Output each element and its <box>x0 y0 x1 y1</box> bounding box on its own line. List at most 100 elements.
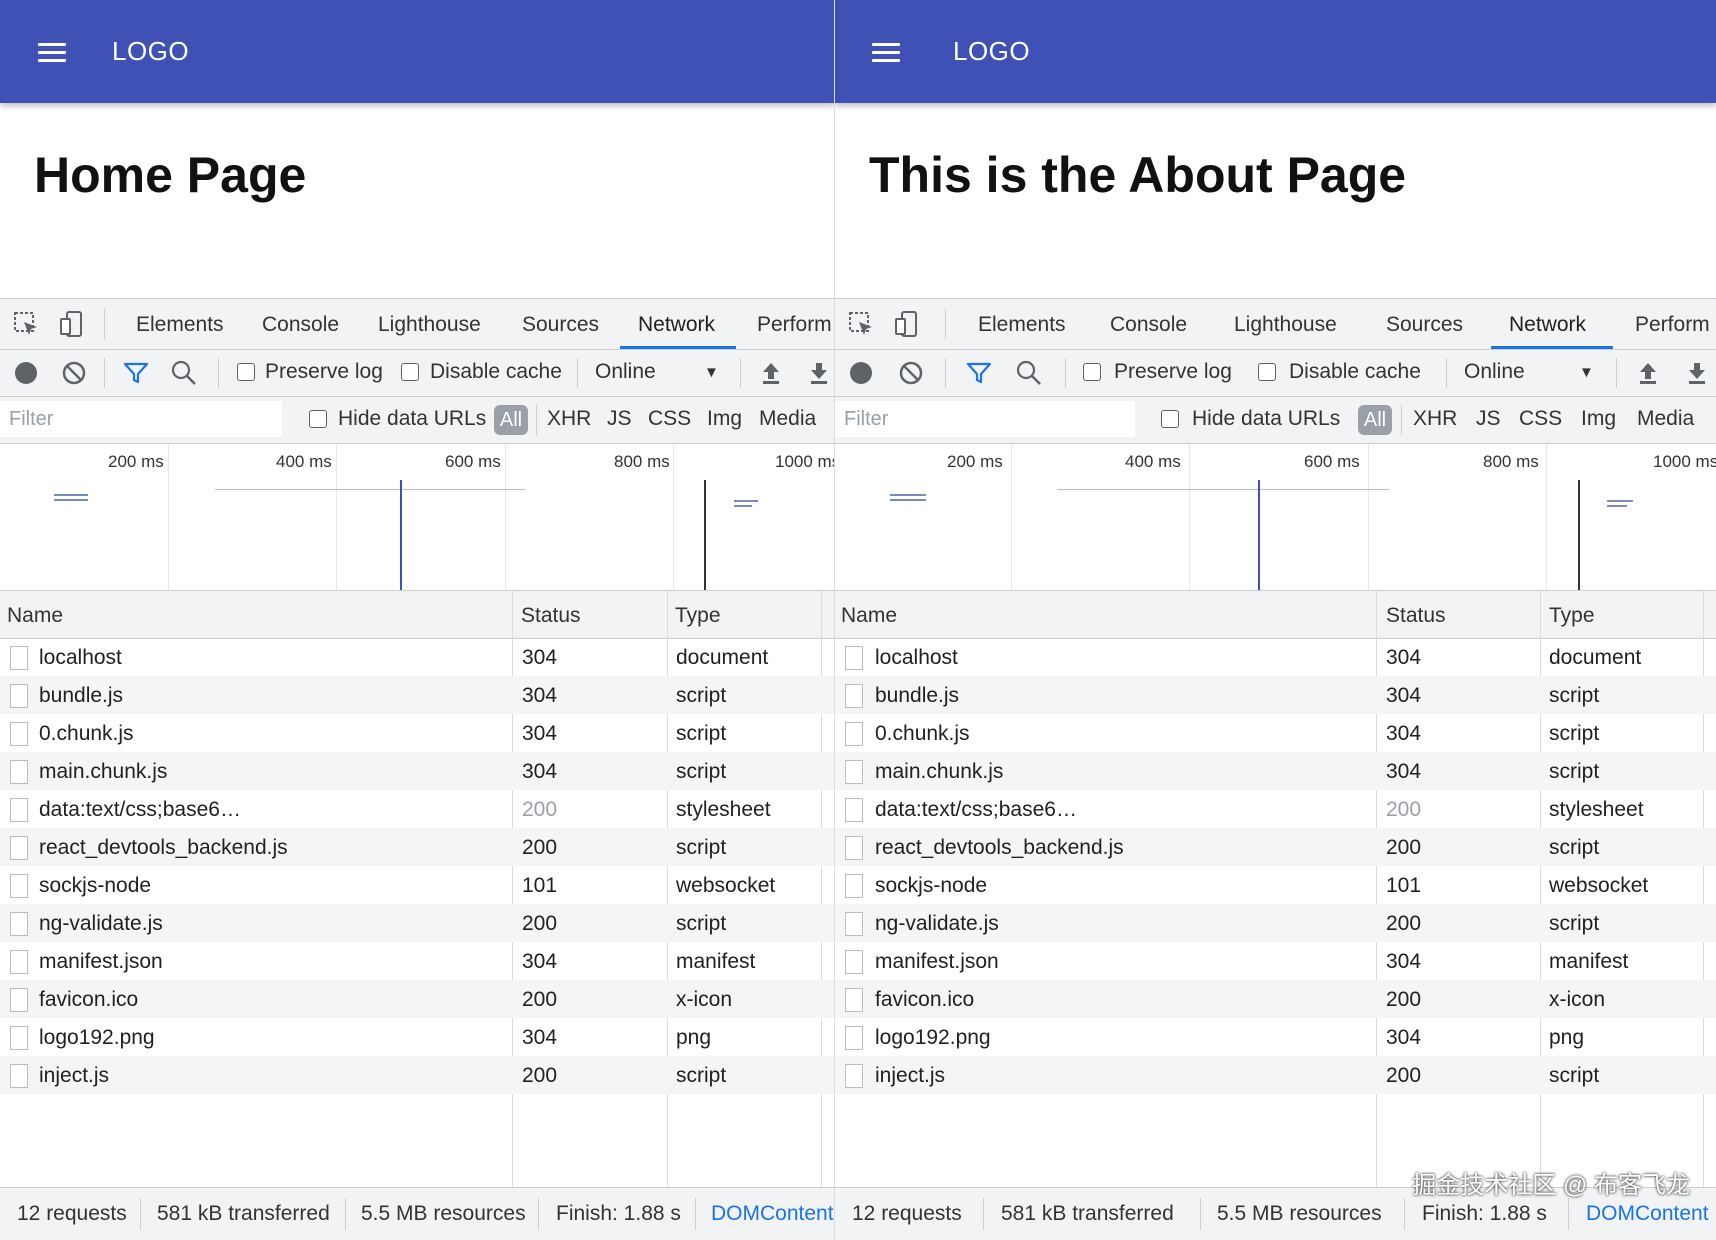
table-row[interactable]: favicon.ico 200 x-icon <box>0 980 835 1018</box>
tab-sources[interactable]: Sources <box>522 313 599 337</box>
table-row[interactable]: inject.js 200 script <box>835 1056 1716 1094</box>
tab-console[interactable]: Console <box>1110 313 1187 337</box>
throttling-select[interactable]: Online <box>595 360 656 384</box>
file-icon <box>10 684 28 708</box>
request-name: data:text/css;base6… <box>875 798 1077 821</box>
filter-all-button[interactable]: All <box>1358 405 1392 435</box>
tab-elements[interactable]: Elements <box>136 313 224 337</box>
table-row[interactable]: favicon.ico 200 x-icon <box>835 980 1716 1018</box>
dropdown-arrow-icon[interactable]: ▼ <box>704 364 719 381</box>
table-row[interactable]: inject.js 200 script <box>0 1056 835 1094</box>
export-har-icon[interactable] <box>805 359 833 387</box>
table-row[interactable]: manifest.json 304 manifest <box>835 942 1716 980</box>
disable-cache-checkbox[interactable] <box>1258 363 1276 381</box>
hamburger-menu-icon[interactable] <box>38 43 66 63</box>
filter-input[interactable] <box>0 401 282 437</box>
export-har-icon[interactable] <box>1683 359 1711 387</box>
column-header-status[interactable]: Status <box>1386 604 1446 628</box>
app-logo[interactable]: LOGO <box>953 36 1030 67</box>
import-har-icon[interactable] <box>1634 359 1662 387</box>
table-row[interactable]: main.chunk.js 304 script <box>835 752 1716 790</box>
table-row[interactable]: localhost 304 document <box>835 638 1716 676</box>
table-row[interactable]: localhost 304 document <box>0 638 835 676</box>
disable-cache-checkbox[interactable] <box>401 363 419 381</box>
filter-all-button[interactable]: All <box>494 405 528 435</box>
column-header-name[interactable]: Name <box>841 604 897 628</box>
network-overview-timeline[interactable]: 200 ms 400 ms 600 ms 800 ms 1000 ms <box>0 444 835 591</box>
clear-icon[interactable] <box>897 359 925 387</box>
import-har-icon[interactable] <box>757 359 785 387</box>
hamburger-menu-icon[interactable] <box>872 43 900 63</box>
request-status: 200 <box>1386 798 1422 821</box>
request-status: 304 <box>1386 684 1422 707</box>
inspect-element-icon[interactable] <box>12 310 40 338</box>
filter-icon[interactable] <box>965 359 993 387</box>
hide-data-urls-checkbox[interactable] <box>1161 410 1179 428</box>
table-row[interactable]: sockjs-node 101 websocket <box>0 866 835 904</box>
filter-img-button[interactable]: Img <box>707 407 742 431</box>
device-toolbar-icon[interactable] <box>893 310 921 338</box>
table-row[interactable]: logo192.png 304 png <box>0 1018 835 1056</box>
table-row[interactable]: 0.chunk.js 304 script <box>835 714 1716 752</box>
table-row[interactable]: react_devtools_backend.js 200 script <box>835 828 1716 866</box>
clear-icon[interactable] <box>60 359 88 387</box>
search-icon[interactable] <box>1015 359 1043 387</box>
tab-sources[interactable]: Sources <box>1386 313 1463 337</box>
device-toolbar-icon[interactable] <box>58 310 86 338</box>
table-row[interactable]: sockjs-node 101 websocket <box>835 866 1716 904</box>
request-status: 304 <box>522 760 558 783</box>
tab-console[interactable]: Console <box>262 313 339 337</box>
column-header-name[interactable]: Name <box>7 604 63 628</box>
preserve-log-checkbox[interactable] <box>237 363 255 381</box>
column-header-type[interactable]: Type <box>675 604 721 628</box>
tab-lighthouse[interactable]: Lighthouse <box>378 313 481 337</box>
filter-css-button[interactable]: CSS <box>648 407 691 431</box>
app-logo[interactable]: LOGO <box>112 36 189 67</box>
record-icon[interactable] <box>12 359 40 387</box>
filter-media-button[interactable]: Media <box>1637 407 1694 431</box>
separator <box>1446 358 1447 388</box>
tab-performance[interactable]: Perform <box>1635 313 1710 337</box>
network-overview-timeline[interactable]: 200 ms 400 ms 600 ms 800 ms 1000 ms <box>835 444 1716 591</box>
filter-media-button[interactable]: Media <box>759 407 816 431</box>
separator <box>695 1198 696 1230</box>
table-row[interactable]: data:text/css;base6… 200 stylesheet <box>835 790 1716 828</box>
tab-network[interactable]: Network <box>638 313 715 337</box>
filter-xhr-button[interactable]: XHR <box>1413 407 1457 431</box>
page-title: This is the About Page <box>869 147 1407 203</box>
tab-performance[interactable]: Perform <box>757 313 832 337</box>
tab-elements[interactable]: Elements <box>978 313 1066 337</box>
hide-data-urls-checkbox[interactable] <box>309 410 327 428</box>
filter-js-button[interactable]: JS <box>607 407 632 431</box>
table-row[interactable]: 0.chunk.js 304 script <box>0 714 835 752</box>
tab-lighthouse[interactable]: Lighthouse <box>1234 313 1337 337</box>
table-header: Name Status Type <box>835 591 1716 639</box>
table-row[interactable]: bundle.js 304 script <box>0 676 835 714</box>
search-icon[interactable] <box>170 359 198 387</box>
filter-input[interactable] <box>835 401 1135 437</box>
filter-img-button[interactable]: Img <box>1581 407 1616 431</box>
table-row[interactable]: ng-validate.js 200 script <box>0 904 835 942</box>
request-type: script <box>676 912 727 935</box>
column-header-status[interactable]: Status <box>521 604 581 628</box>
throttling-select[interactable]: Online <box>1464 360 1525 384</box>
table-row[interactable]: data:text/css;base6… 200 stylesheet <box>0 790 835 828</box>
preserve-log-checkbox[interactable] <box>1083 363 1101 381</box>
filter-js-button[interactable]: JS <box>1476 407 1501 431</box>
table-row[interactable]: ng-validate.js 200 script <box>835 904 1716 942</box>
table-row[interactable]: bundle.js 304 script <box>835 676 1716 714</box>
table-row[interactable]: main.chunk.js 304 script <box>0 752 835 790</box>
tab-network[interactable]: Network <box>1509 313 1586 337</box>
table-row[interactable]: logo192.png 304 png <box>835 1018 1716 1056</box>
filter-xhr-button[interactable]: XHR <box>547 407 591 431</box>
table-row[interactable]: react_devtools_backend.js 200 script <box>0 828 835 866</box>
filter-icon[interactable] <box>122 359 150 387</box>
table-row[interactable]: manifest.json 304 manifest <box>0 942 835 980</box>
column-header-type[interactable]: Type <box>1549 604 1595 628</box>
inspect-element-icon[interactable] <box>847 310 875 338</box>
request-name: logo192.png <box>875 1026 991 1049</box>
grid-line <box>673 444 674 590</box>
dropdown-arrow-icon[interactable]: ▼ <box>1579 364 1594 381</box>
filter-css-button[interactable]: CSS <box>1519 407 1562 431</box>
record-icon[interactable] <box>847 359 875 387</box>
